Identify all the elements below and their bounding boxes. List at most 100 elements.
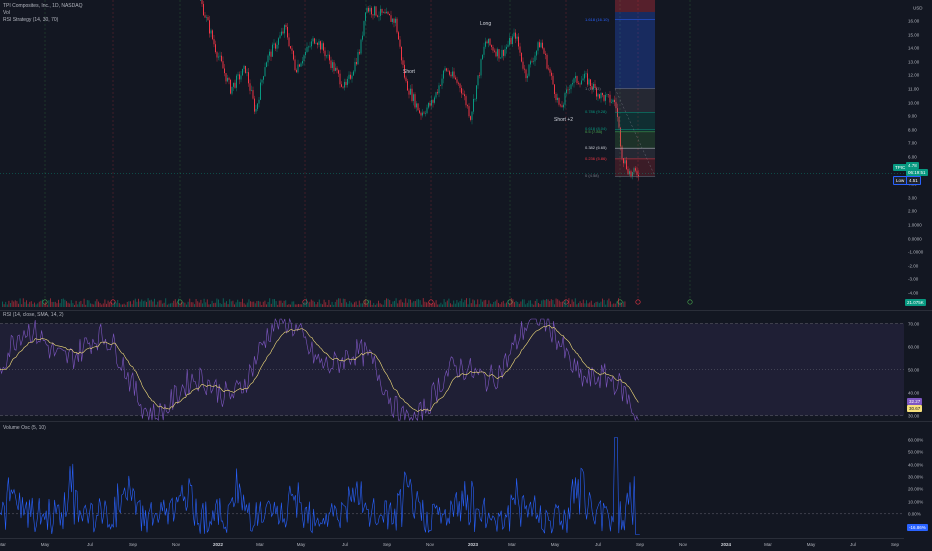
volume-bar [94, 301, 96, 307]
candle-body [252, 90, 254, 99]
rsi-chart[interactable] [0, 311, 904, 421]
volume-bar [478, 304, 480, 307]
rsi-axis[interactable]: 70.00 60.00 50.00 40.00 30.00 32.27 30.67 [904, 311, 932, 421]
volume-bar [181, 301, 183, 307]
volume-bar [464, 299, 466, 307]
candle-body [392, 18, 393, 22]
volume-bar [42, 299, 43, 307]
volume-bar [162, 303, 163, 307]
price-axis[interactable]: USD 16.00 15.00 14.00 13.00 12.00 11.00 10.00 9… [904, 0, 932, 310]
time-axis[interactable]: Mar May Jul Sep Nov 2022 Mar May Jul Sep Nov 2023 Ma… [0, 538, 904, 551]
volume-bar [59, 303, 61, 307]
candle-body [245, 65, 246, 73]
volume-bar [102, 303, 104, 307]
candle-body [455, 77, 456, 80]
rsi-pane[interactable]: RSI (14, close, SMA, 14, 2) [0, 311, 904, 421]
volume-bar [562, 301, 563, 307]
candle-body [573, 78, 575, 84]
time-label: Mar [508, 542, 516, 547]
candle-body [221, 55, 222, 62]
candle-body [435, 92, 437, 98]
volume-bar [366, 304, 368, 307]
candle-body [561, 105, 563, 108]
candle-body [380, 8, 381, 16]
volume-bar [125, 304, 127, 307]
candle-body [309, 46, 311, 47]
vosc-pane[interactable]: Volume Osc (5, 10) [0, 422, 904, 537]
candle-body [569, 89, 570, 90]
volume-bar [435, 300, 437, 307]
candle-body [339, 73, 341, 85]
volume-bar [269, 298, 271, 307]
price-tick: 14.00 [908, 45, 920, 51]
vosc-chart[interactable] [0, 422, 904, 537]
volume-bar [528, 300, 530, 307]
volume-bar [440, 302, 442, 307]
volume-bar [555, 298, 557, 307]
volume-bar [515, 300, 517, 307]
vosc-tick: 10.00% [908, 499, 924, 504]
candle-body [582, 78, 584, 81]
candle-body [327, 54, 329, 56]
volume-bar [472, 299, 474, 307]
volume-bar [589, 302, 591, 307]
volume-bar [62, 298, 64, 307]
volume-bar [16, 301, 18, 307]
candle-body [251, 90, 252, 91]
volume-bar [400, 299, 402, 307]
candle-body [468, 106, 470, 117]
volume-bar [603, 300, 605, 307]
price-tick: 2.00 [908, 208, 917, 214]
candle-body [396, 18, 398, 33]
volume-bar [165, 298, 167, 307]
candle-body [489, 38, 491, 46]
candle-body [363, 20, 365, 36]
volume-bar [21, 304, 23, 307]
candle-body [477, 75, 479, 86]
candle-body [249, 83, 251, 91]
price-chart[interactable] [0, 0, 904, 310]
volume-bar [485, 299, 487, 307]
candle-body [474, 98, 476, 100]
volume-bar [235, 302, 237, 307]
volume-bar [256, 301, 258, 307]
candle-body [332, 62, 333, 68]
candle-body [426, 107, 428, 114]
time-label: 2022 [212, 542, 224, 547]
volume-bar [558, 300, 560, 307]
volume-bar [422, 298, 424, 307]
volume-bar [147, 298, 149, 307]
volume-bar [379, 303, 381, 307]
volume-bar [128, 301, 130, 307]
volume-bar [123, 303, 125, 307]
candle-body [494, 50, 495, 52]
volume-bar [336, 299, 338, 307]
candle-body [486, 41, 488, 44]
vosc-axis[interactable]: 60.00% 50.00% 40.00% 30.00% 20.00% 10.00% 0.00… [904, 422, 932, 537]
candle-body [471, 111, 473, 120]
candle-body [462, 93, 464, 95]
candle-body [425, 113, 426, 114]
price-tick: 16.00 [908, 18, 920, 24]
volume-bar [299, 304, 301, 307]
volume-bar [344, 298, 346, 307]
volume-bar [453, 300, 455, 307]
volume-bar [106, 303, 107, 307]
time-label: Sep [128, 542, 138, 547]
price-pane[interactable]: TPI Composites, Inc., 1D, NASDAQ Vol RSI… [0, 0, 926, 310]
volume-bar [221, 304, 223, 307]
volume-bar [288, 304, 290, 307]
candle-body [353, 71, 354, 76]
candle-body [225, 73, 227, 82]
candle-body [218, 56, 219, 58]
candle-body [609, 94, 611, 103]
volume-bar [405, 298, 407, 307]
volume-bar [371, 304, 373, 307]
volume-bar [64, 299, 66, 307]
volume-bar [394, 300, 395, 307]
candle-body [518, 36, 519, 47]
volume-bar [230, 301, 232, 307]
volume-bar [530, 300, 531, 307]
volume-bar [259, 301, 261, 307]
time-label: Nov [171, 542, 181, 547]
